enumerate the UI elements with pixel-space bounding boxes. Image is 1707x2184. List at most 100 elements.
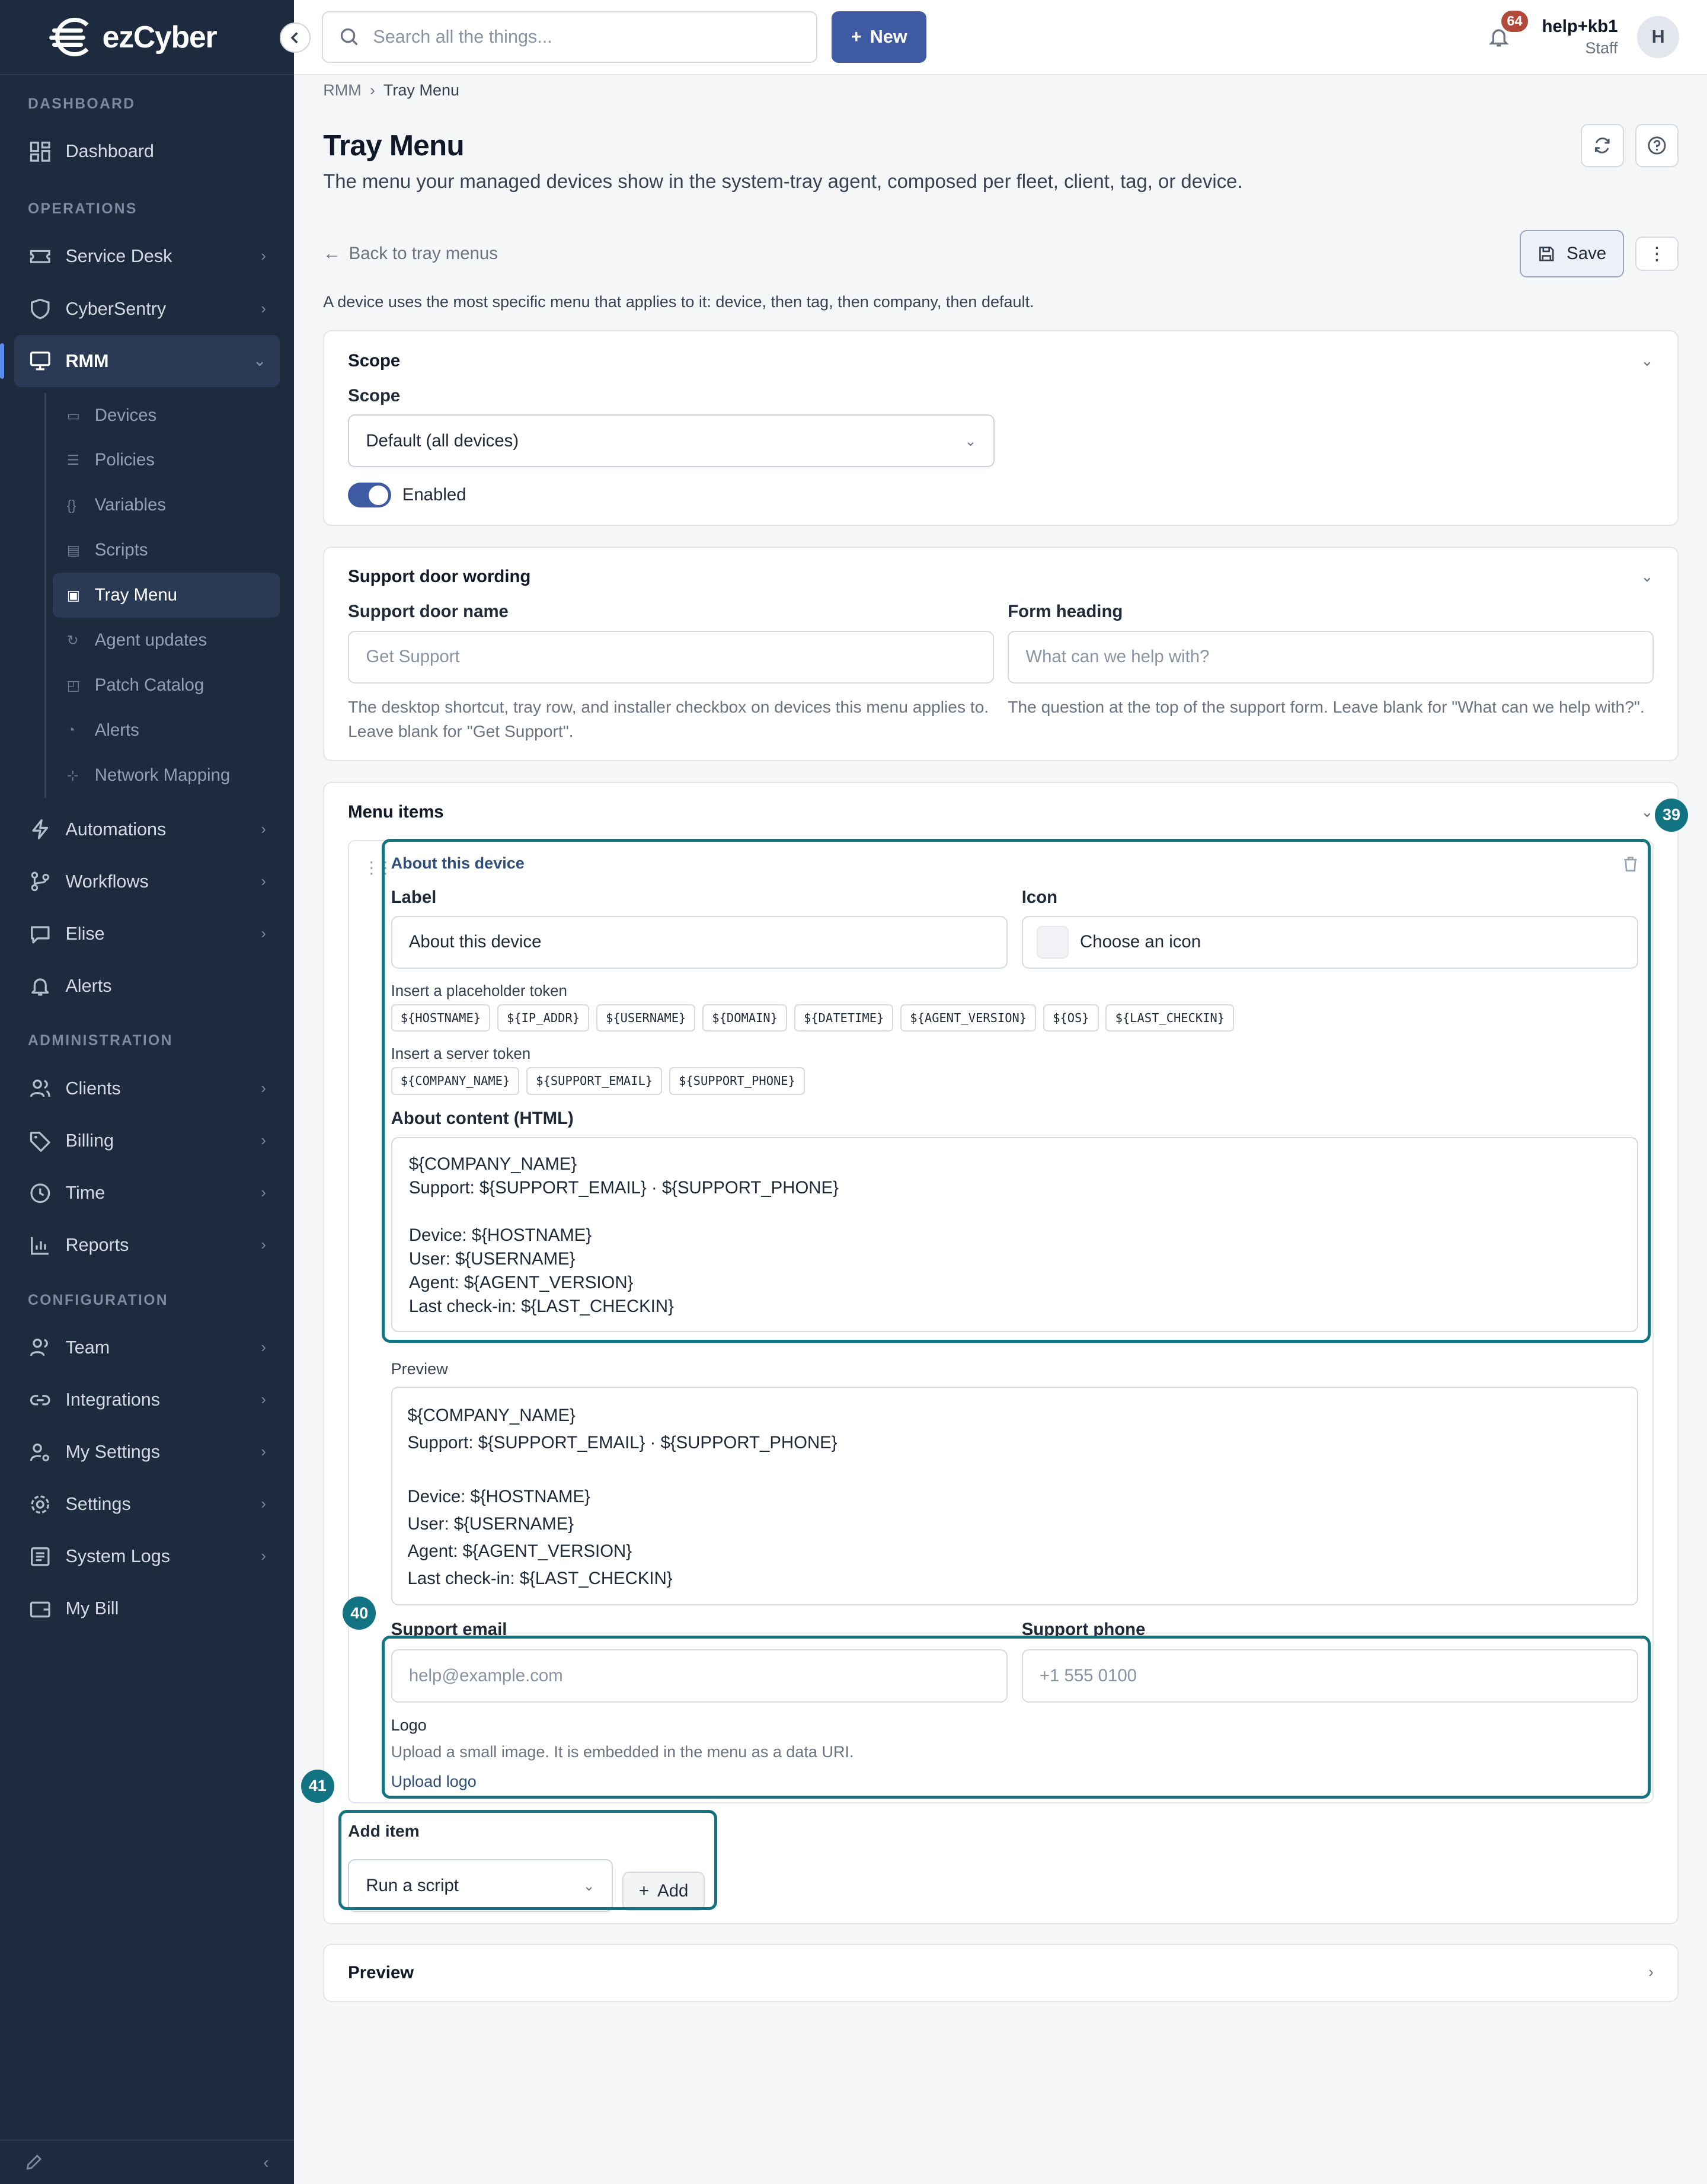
sidebar-subitem-tray-menu[interactable]: ▣ Tray Menu (53, 573, 280, 618)
about-content-textarea[interactable]: ${COMPANY_NAME} Support: ${SUPPORT_EMAIL… (391, 1137, 1639, 1333)
sidebar-item-time[interactable]: Time › (0, 1167, 294, 1219)
trash-icon[interactable] (1623, 855, 1638, 872)
preview-section-title: Preview (348, 1962, 414, 1982)
sidebar-subitem-scripts[interactable]: ▤ Scripts (0, 528, 294, 573)
token-button[interactable]: ${HOSTNAME} (391, 1004, 491, 1032)
support-door-name-help: The desktop shortcut, tray row, and inst… (348, 697, 989, 740)
save-button[interactable]: Save (1519, 230, 1625, 277)
scope-select-value: Default (all devices) (366, 430, 519, 451)
chevron-left-icon[interactable]: ‹ (263, 2153, 268, 2172)
server-tokens: ${COMPANY_NAME} ${SUPPORT_EMAIL} ${SUPPO… (391, 1067, 1639, 1095)
sidebar-item-cybersentry[interactable]: CyberSentry › (0, 283, 294, 335)
sidebar-item-workflows[interactable]: Workflows › (0, 855, 294, 908)
notifications-button[interactable]: 64 (1484, 10, 1528, 53)
sidebar-item-my-bill[interactable]: My Bill (0, 1583, 294, 1635)
edit-icon[interactable] (25, 2153, 43, 2172)
form-heading-input[interactable]: What can we help with? (1008, 630, 1654, 684)
plus-icon: + (851, 26, 862, 47)
sidebar-item-my-settings[interactable]: My Settings › (0, 1426, 294, 1478)
menu-items-header[interactable]: Menu items ⌄ (348, 800, 1654, 825)
token-button[interactable]: ${SUPPORT_PHONE} (669, 1067, 805, 1095)
token-button[interactable]: ${IP_ADDR} (497, 1004, 590, 1032)
enabled-toggle[interactable] (348, 483, 391, 508)
sidebar-item-label: Reports (65, 1235, 129, 1256)
sidebar-subitem-devices[interactable]: ▭ Devices (0, 393, 294, 438)
help-button[interactable] (1635, 124, 1679, 167)
chevron-right-icon: › (261, 873, 266, 890)
sidebar-subitem-policies[interactable]: ☰ Policies (0, 438, 294, 483)
arrow-left-icon: ← (323, 244, 341, 264)
chevron-right-icon: › (261, 248, 266, 265)
chevron-down-icon: ⌄ (1641, 569, 1654, 586)
sidebar-item-automations[interactable]: Automations › (0, 803, 294, 855)
chevron-down-icon: ⌄ (583, 1878, 595, 1894)
sidebar-item-system-logs[interactable]: System Logs › (0, 1531, 294, 1583)
sidebar-subitem-network-mapping[interactable]: ⊹ Network Mapping (0, 753, 294, 798)
menu-item-title: About this device (391, 854, 525, 873)
label-input[interactable]: About this device (391, 915, 1008, 969)
add-item-button[interactable]: + Add (622, 1872, 705, 1911)
sidebar-subitem-variables[interactable]: {} Variables (0, 483, 294, 528)
brand-logo[interactable]: ezCyber (49, 17, 218, 57)
clock-icon (28, 1180, 53, 1205)
sidebar-item-integrations[interactable]: Integrations › (0, 1374, 294, 1426)
support-email-input[interactable]: help@example.com (391, 1649, 1008, 1703)
main-content: RMM › Tray Menu Tray Menu The menu your … (323, 75, 1679, 2002)
preview-card[interactable]: Preview › (323, 1943, 1679, 2002)
support-door-name-input[interactable]: Get Support (348, 630, 994, 684)
user-meta[interactable]: help+kb1 Staff (1542, 15, 1618, 59)
sidebar-item-team[interactable]: Team › (0, 1321, 294, 1374)
sidebar-subitem-agent-updates[interactable]: ↻ Agent updates (0, 618, 294, 663)
collapse-sidebar-button[interactable] (280, 22, 311, 53)
sidebar-item-label: Clients (65, 1078, 121, 1099)
menu-items-title: Menu items (348, 802, 444, 822)
breadcrumb-parent[interactable]: RMM (323, 81, 362, 100)
icon-picker[interactable]: Choose an icon (1021, 915, 1639, 969)
sidebar-item-alerts[interactable]: Alerts (0, 960, 294, 1012)
ticket-icon (28, 244, 53, 269)
token-button[interactable]: ${SUPPORT_EMAIL} (526, 1067, 663, 1095)
token-button[interactable]: ${COMPANY_NAME} (391, 1067, 520, 1095)
chevron-down-icon: ⌄ (1641, 352, 1654, 369)
sidebar-item-clients[interactable]: Clients › (0, 1062, 294, 1115)
back-link[interactable]: ← Back to tray menus (323, 244, 498, 264)
sidebar-item-settings[interactable]: Settings › (0, 1479, 294, 1531)
token-button[interactable]: ${LAST_CHECKIN} (1105, 1004, 1235, 1032)
sidebar-item-dashboard[interactable]: Dashboard (0, 125, 294, 177)
sidebar-item-label: System Logs (65, 1546, 171, 1567)
form-heading-label: Form heading (1008, 602, 1123, 622)
logs-icon (28, 1544, 53, 1569)
token-button[interactable]: ${DOMAIN} (702, 1004, 788, 1032)
upload-logo-link[interactable]: Upload logo (391, 1773, 1639, 1791)
token-button[interactable]: ${USERNAME} (596, 1004, 696, 1032)
kebab-icon: ⋮ (1648, 243, 1666, 264)
sidebar-item-rmm[interactable]: RMM ⌄ (0, 335, 280, 388)
tray-icon: ▣ (66, 587, 81, 604)
sidebar-item-reports[interactable]: Reports › (0, 1219, 294, 1272)
support-phone-input[interactable]: +1 555 0100 (1021, 1649, 1639, 1703)
scope-card-header[interactable]: Scope ⌄ (348, 348, 1654, 373)
sidebar-subitem-patch-catalog[interactable]: ◰ Patch Catalog (0, 663, 294, 708)
sidebar-item-billing[interactable]: Billing › (0, 1115, 294, 1167)
token-button[interactable]: ${OS} (1043, 1004, 1099, 1032)
more-options-button[interactable]: ⋮ (1635, 236, 1679, 272)
refresh-button[interactable] (1581, 124, 1625, 167)
token-button[interactable]: ${DATETIME} (794, 1004, 894, 1032)
chevron-right-icon: › (261, 1184, 266, 1201)
subitem-label: Variables (94, 495, 166, 515)
add-item-label: Add item (348, 1821, 420, 1841)
drag-handle-icon[interactable]: ⋮⋮ (363, 858, 394, 877)
enabled-label: Enabled (402, 485, 466, 505)
sidebar-item-service-desk[interactable]: Service Desk › (0, 231, 294, 283)
sidebar-subitem-alerts[interactable]: ◔ Alerts (0, 708, 294, 753)
sidebar-item-elise[interactable]: Elise › (0, 908, 294, 960)
search-input[interactable]: Search all the things... (321, 11, 818, 63)
token-button[interactable]: ${AGENT_VERSION} (900, 1004, 1037, 1032)
support-door-header[interactable]: Support door wording ⌄ (348, 564, 1654, 589)
scope-select[interactable]: Default (all devices) ⌄ (348, 414, 995, 468)
avatar[interactable]: H (1637, 16, 1679, 58)
chevron-right-icon: › (261, 1391, 266, 1408)
sidebar-item-label: RMM (65, 350, 109, 371)
new-button[interactable]: + New (831, 11, 927, 63)
add-item-type-select[interactable]: Run a script ⌄ (348, 1859, 613, 1912)
